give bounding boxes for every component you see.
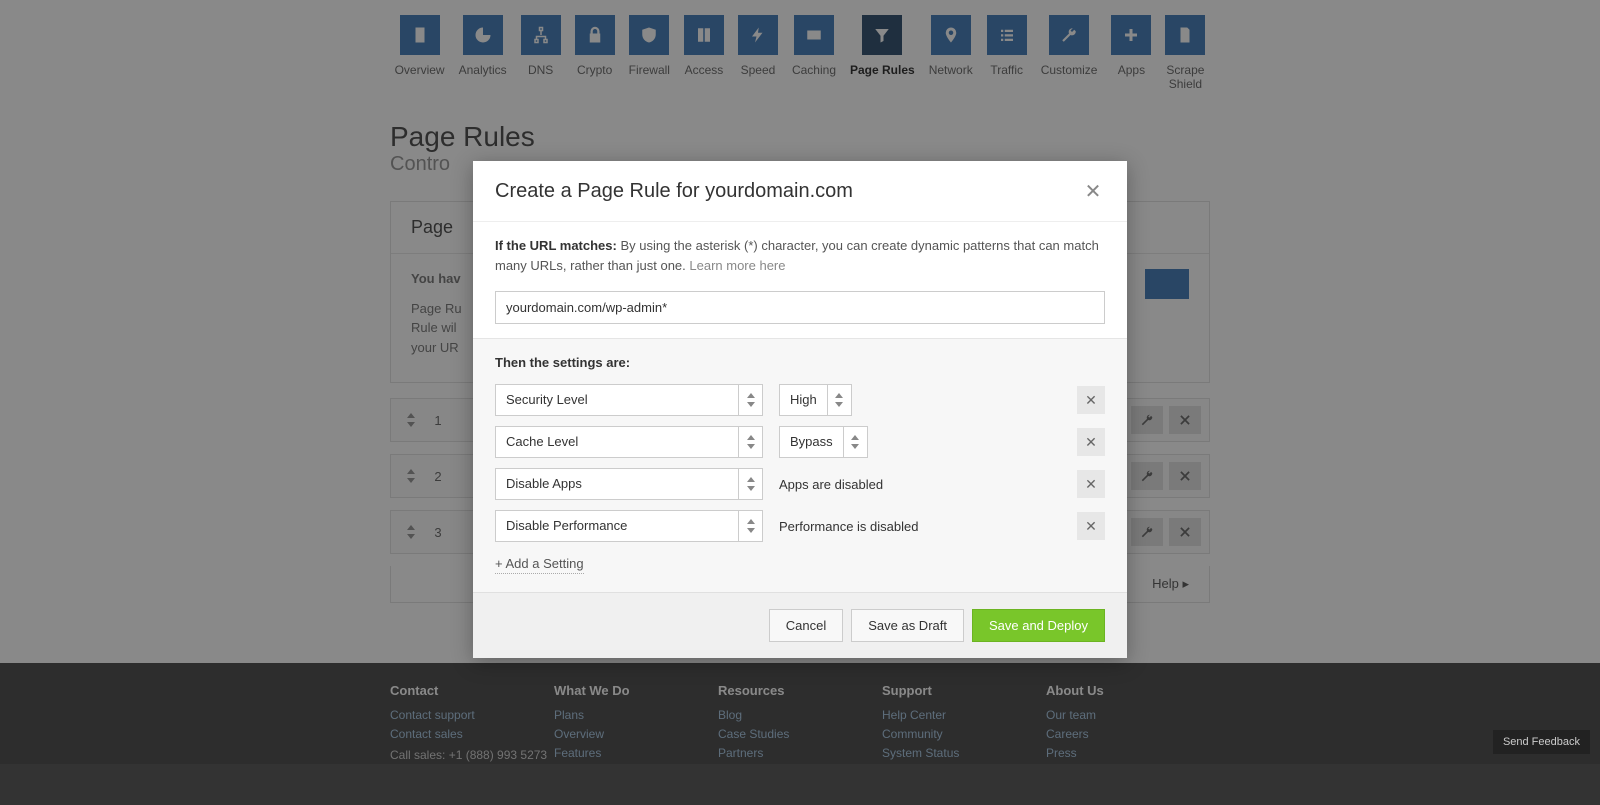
settings-title: Then the settings are: [495, 355, 1105, 370]
modal-title: Create a Page Rule for yourdomain.com [495, 180, 853, 203]
chevron-updown-icon [739, 510, 763, 542]
create-page-rule-modal: Create a Page Rule for yourdomain.com ✕ … [473, 161, 1127, 658]
remove-setting-button[interactable]: ✕ [1077, 428, 1105, 456]
setting-row: Disable Apps Apps are disabled✕ [495, 468, 1105, 500]
setting-name-select[interactable]: Disable Apps [495, 468, 763, 500]
save-draft-button[interactable]: Save as Draft [851, 609, 964, 642]
chevron-updown-icon [844, 426, 868, 458]
url-pattern-input[interactable] [495, 291, 1105, 324]
save-deploy-button[interactable]: Save and Deploy [972, 609, 1105, 642]
remove-setting-button[interactable]: ✕ [1077, 470, 1105, 498]
chevron-updown-icon [828, 384, 852, 416]
add-setting-link[interactable]: + Add a Setting [495, 556, 584, 574]
remove-setting-button[interactable]: ✕ [1077, 512, 1105, 540]
setting-row: Disable Performance Performance is disabl… [495, 510, 1105, 542]
setting-value-text: Performance is disabled [779, 519, 1077, 534]
setting-value-select[interactable]: High [779, 384, 852, 416]
modal-overlay: Create a Page Rule for yourdomain.com ✕ … [0, 0, 1600, 764]
setting-name-select[interactable]: Disable Performance [495, 510, 763, 542]
setting-row: Cache Level Bypass ✕ [495, 426, 1105, 458]
learn-more-link[interactable]: Learn more here [689, 258, 785, 273]
setting-name-select[interactable]: Security Level [495, 384, 763, 416]
remove-setting-button[interactable]: ✕ [1077, 386, 1105, 414]
send-feedback-button[interactable]: Send Feedback [1493, 730, 1590, 754]
setting-value-select[interactable]: Bypass [779, 426, 868, 458]
setting-value-text: Apps are disabled [779, 477, 1077, 492]
setting-name-select[interactable]: Cache Level [495, 426, 763, 458]
chevron-updown-icon [739, 426, 763, 458]
close-icon[interactable]: ✕ [1081, 179, 1105, 203]
setting-row: Security Level High ✕ [495, 384, 1105, 416]
url-matches-label: If the URL matches: [495, 238, 617, 253]
cancel-button[interactable]: Cancel [769, 609, 843, 642]
chevron-updown-icon [739, 468, 763, 500]
chevron-updown-icon [739, 384, 763, 416]
